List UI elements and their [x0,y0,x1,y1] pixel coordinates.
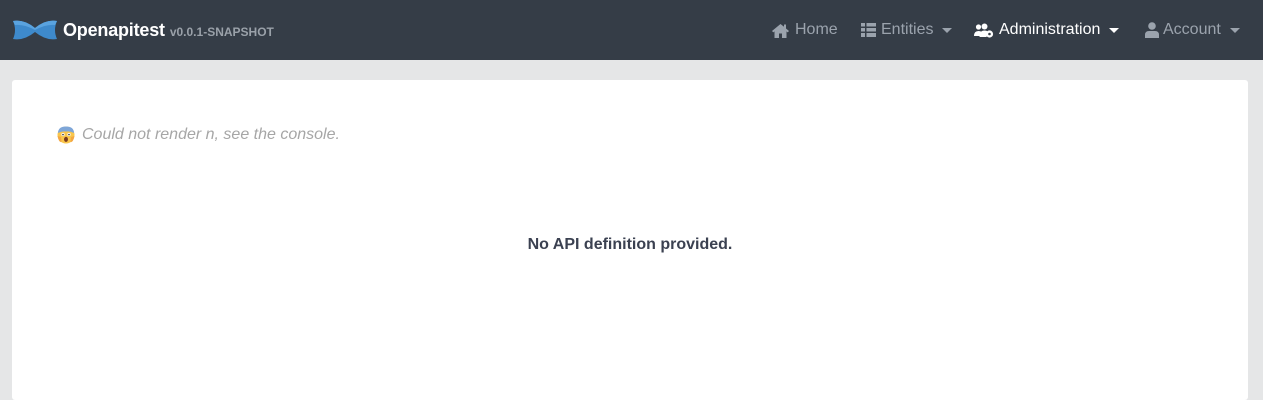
nav-administration[interactable]: Administration [974,0,1120,60]
nav-account-label: Account [1163,21,1221,38]
nav-entities-label: Entities [881,21,934,38]
render-error-text: Could not render n, see the console. [82,126,340,143]
content-card: Could not render n, see the console. No … [12,80,1248,400]
table-icon [861,23,876,37]
brand-link[interactable]: Openapitest v0.0.1-SNAPSHOT [13,0,274,60]
logo-icon [13,20,57,40]
brand-version: v0.0.1-SNAPSHOT [169,24,274,39]
user-icon [1145,22,1159,38]
top-navbar: Openapitest v0.0.1-SNAPSHOT Home Entitie… [0,0,1263,60]
nav-account[interactable]: Account [1145,0,1240,60]
users-cog-icon [974,23,994,38]
no-api-message: No API definition provided. [527,236,733,253]
chevron-down-icon [942,28,953,33]
home-icon [771,23,790,38]
chevron-down-icon [1229,28,1240,33]
nav-administration-label: Administration [999,21,1101,38]
render-error: Could not render n, see the console. [57,126,340,144]
chevron-down-icon [1109,28,1120,33]
scream-emoji-icon [57,126,75,144]
nav-home[interactable]: Home [771,0,838,60]
brand-title: Openapitest [63,19,165,40]
nav-entities[interactable]: Entities [861,0,953,60]
nav-home-label: Home [795,21,838,38]
